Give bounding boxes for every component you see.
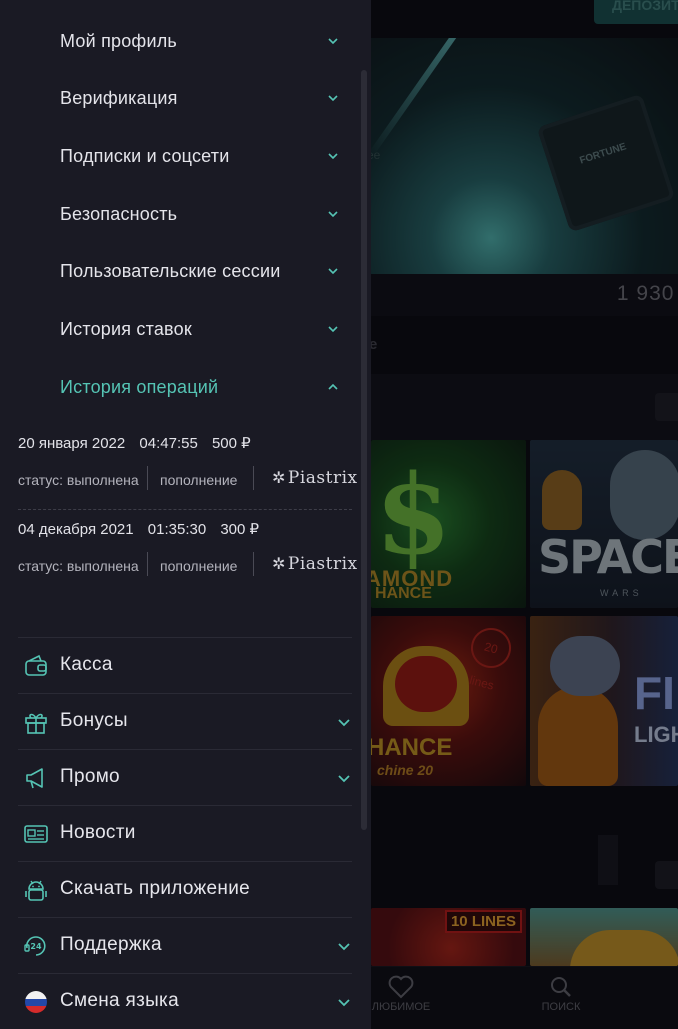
operation-date: 20 января 2022 xyxy=(18,435,126,452)
chevron-down-icon xyxy=(328,153,338,160)
menu-label: Новости xyxy=(60,822,136,843)
provider-name: Piastrix xyxy=(287,468,358,488)
chevron-down-icon xyxy=(328,38,338,45)
megaphone-icon xyxy=(26,768,43,789)
operation-time: 04:47:55 xyxy=(139,435,198,452)
svg-text:24: 24 xyxy=(30,942,42,951)
gift-icon xyxy=(25,713,47,734)
menu-label: Бонусы xyxy=(60,710,128,731)
chevron-up-icon xyxy=(328,383,338,390)
operation-summary: 04 декабря 2021 01:35:30 300 ₽ xyxy=(18,520,269,538)
menu-item-promo[interactable]: Промо xyxy=(18,749,352,805)
piastrix-mark-icon: ✲ xyxy=(272,554,286,573)
menu-label: Скачать приложение xyxy=(60,878,251,899)
drawer-overlay[interactable] xyxy=(371,0,678,1029)
wallet-icon xyxy=(25,654,47,676)
operation-status: статус: выполнена xyxy=(18,558,139,574)
chevron-down-icon xyxy=(338,719,350,727)
chevron-down-icon xyxy=(328,95,338,102)
menu-item-support[interactable]: 24 Поддержка xyxy=(18,917,352,973)
russia-flag-icon xyxy=(25,991,47,1013)
accordion-label: Подписки и соцсети xyxy=(60,146,230,166)
chevron-down-icon xyxy=(328,326,338,333)
accordion-my-profile[interactable]: Мой профиль xyxy=(0,21,352,61)
divider xyxy=(147,552,148,576)
accordion-security[interactable]: Безопасность xyxy=(0,194,352,234)
operation-summary: 20 января 2022 04:47:55 500 ₽ xyxy=(18,434,261,452)
menu-item-bonuses[interactable]: Бонусы xyxy=(18,693,352,749)
drawer-scrollbar[interactable] xyxy=(361,70,367,830)
menu-label: Касса xyxy=(60,654,113,675)
operation-type: пополнение xyxy=(160,472,238,488)
piastrix-mark-icon: ✲ xyxy=(272,468,286,487)
menu-item-cashier[interactable]: Касса xyxy=(18,637,352,693)
operation-status: статус: выполнена xyxy=(18,472,139,488)
divider xyxy=(253,466,254,490)
operation-type: пополнение xyxy=(160,558,238,574)
app-root: ДЕПОЗИТ FORTUNE ее 1 930 4 е $ AMOND HAN… xyxy=(0,0,678,1029)
chevron-down-icon xyxy=(338,943,350,951)
menu-item-download-app[interactable]: Скачать приложение xyxy=(18,861,352,917)
menu-label: Промо xyxy=(60,766,120,787)
provider-name: Piastrix xyxy=(287,554,358,574)
accordion-label: Верификация xyxy=(60,88,178,108)
newspaper-icon xyxy=(24,825,48,843)
piastrix-logo: ✲ Piastrix xyxy=(272,468,358,488)
accordion-operation-history[interactable]: История операций xyxy=(0,367,352,407)
chevron-down-icon xyxy=(338,999,350,1007)
chevron-down-icon xyxy=(328,268,338,275)
accordion-label: Мой профиль xyxy=(60,31,177,51)
side-drawer: Мой профиль Верификация Подписки и соцсе… xyxy=(0,0,371,1029)
accordion-verification[interactable]: Верификация xyxy=(0,78,352,118)
accordion-subscriptions[interactable]: Подписки и соцсети xyxy=(0,136,352,176)
divider xyxy=(253,552,254,576)
accordion-label: История ставок xyxy=(60,319,192,339)
operation-amount: 300 ₽ xyxy=(220,521,260,538)
accordion-user-sessions[interactable]: Пользовательские сессии xyxy=(0,251,352,291)
divider xyxy=(147,466,148,490)
accordion-bet-history[interactable]: История ставок xyxy=(0,309,352,349)
accordion-label: Безопасность xyxy=(60,204,178,224)
operations-divider xyxy=(18,509,352,510)
operation-date: 04 декабря 2021 xyxy=(18,521,134,538)
menu-label: Поддержка xyxy=(60,934,162,955)
chevron-down-icon xyxy=(338,775,350,783)
accordion-label: История операций xyxy=(60,377,219,397)
android-icon xyxy=(25,880,47,901)
menu-label: Смена языка xyxy=(60,990,179,1011)
accordion-label: Пользовательские сессии xyxy=(60,261,281,281)
piastrix-logo: ✲ Piastrix xyxy=(272,554,358,574)
support-24-icon: 24 xyxy=(24,936,46,956)
menu-item-language[interactable]: Смена языка xyxy=(18,973,352,1029)
menu-item-news[interactable]: Новости xyxy=(18,805,352,861)
chevron-down-icon xyxy=(328,211,338,218)
operation-amount: 500 ₽ xyxy=(211,435,251,452)
operation-time: 01:35:30 xyxy=(147,521,207,538)
